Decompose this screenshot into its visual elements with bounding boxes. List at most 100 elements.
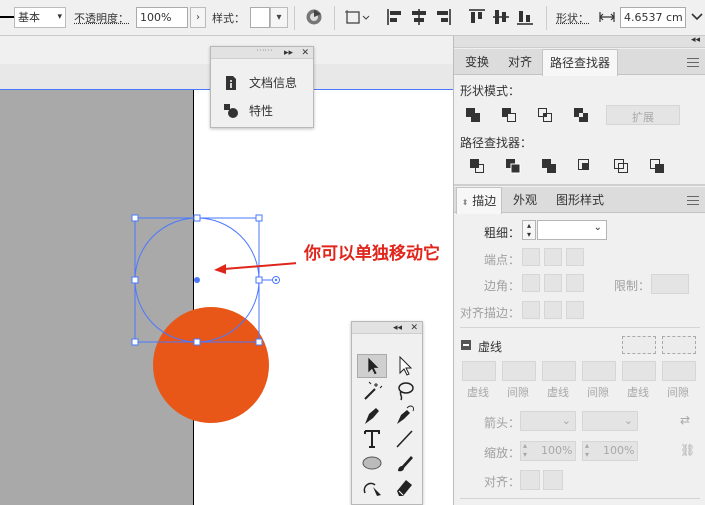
direct-selection-tool-icon[interactable] — [389, 354, 419, 378]
attributes-item[interactable]: 特性 — [211, 98, 315, 124]
tab-stroke-label: 描边 — [472, 194, 497, 208]
stroke-profile-select[interactable]: 基本 ▾ — [14, 7, 66, 28]
expand-button[interactable]: 扩展 — [606, 105, 680, 125]
end-arrowhead-select[interactable]: ⌄ — [582, 411, 638, 431]
tab-pathfinder[interactable]: 路径查找器 — [542, 49, 618, 76]
tab-appearance[interactable]: 外观 — [504, 187, 546, 213]
style-dropdown-button[interactable]: ▾ — [270, 7, 288, 28]
trim-icon[interactable] — [502, 155, 524, 177]
eraser-tool-icon[interactable] — [389, 475, 419, 499]
unite-icon[interactable] — [462, 104, 484, 126]
dash-input-1[interactable] — [462, 361, 496, 381]
tab-graphic-styles[interactable]: 图形样式 — [548, 187, 612, 213]
close-icon[interactable]: ✕ — [410, 322, 418, 334]
bevel-join-button[interactable] — [566, 274, 584, 292]
shaper-tool-icon[interactable] — [357, 475, 387, 499]
crop-icon[interactable] — [574, 155, 596, 177]
close-icon[interactable]: ✕ — [301, 47, 309, 59]
projecting-cap-button[interactable] — [566, 248, 584, 266]
weight-input[interactable]: ⌄ — [537, 220, 607, 240]
minus-front-icon[interactable] — [498, 104, 520, 126]
type-tool-icon[interactable] — [357, 427, 387, 451]
pen-tool-icon[interactable] — [357, 403, 387, 427]
resize-handle[interactable] — [193, 214, 201, 222]
swap-arrowheads-icon[interactable]: ⇄ — [680, 413, 690, 427]
round-join-button[interactable] — [544, 274, 562, 292]
collapse-icon[interactable]: ▸▸ — [284, 47, 293, 59]
dash-input-2[interactable] — [542, 361, 576, 381]
corner-label: 边角： — [484, 279, 521, 293]
align-right-icon[interactable] — [434, 8, 452, 26]
more-options-icon[interactable] — [690, 8, 704, 26]
gap-input-3[interactable] — [662, 361, 696, 381]
magic-wand-tool-icon[interactable] — [357, 379, 387, 403]
shape-label[interactable]: 形状： — [556, 10, 589, 26]
start-arrowhead-select[interactable]: ⌄ — [520, 411, 576, 431]
chevron-down-icon[interactable]: ⌄ — [594, 222, 602, 233]
opacity-input[interactable]: 100% — [136, 7, 188, 28]
intersect-icon[interactable] — [534, 104, 556, 126]
exclude-icon[interactable] — [570, 104, 592, 126]
panel-titlebar[interactable]: ◂◂ ✕ — [352, 322, 422, 334]
arrow-tip-beyond-button[interactable] — [520, 470, 540, 490]
resize-handle[interactable] — [255, 214, 263, 222]
selection-tool-icon[interactable] — [357, 354, 387, 378]
align-stroke-label: 对齐描边： — [460, 306, 521, 320]
align-to-icon[interactable] — [344, 8, 370, 26]
tab-align[interactable]: 对齐 — [500, 49, 540, 75]
align-dash-corners-button[interactable] — [662, 336, 696, 354]
collapse-dock-icon[interactable]: ◂◂ — [691, 35, 700, 45]
align-top-icon[interactable] — [468, 8, 486, 26]
panel-menu-icon[interactable] — [687, 58, 699, 68]
orange-circle[interactable] — [153, 307, 269, 423]
panel-menu-icon[interactable] — [687, 196, 699, 206]
dock-titlebar[interactable]: ◂◂ — [454, 35, 705, 48]
paintbrush-tool-icon[interactable] — [389, 451, 419, 475]
resize-handle[interactable] — [131, 214, 139, 222]
align-stroke-center-button[interactable] — [522, 301, 540, 319]
end-scale-input[interactable]: ▴ ▾ 100% — [582, 441, 638, 461]
resize-handle[interactable] — [131, 338, 139, 346]
merge-icon[interactable] — [538, 155, 560, 177]
resize-handle[interactable] — [193, 338, 201, 346]
arrow-tip-at-end-button[interactable] — [543, 470, 563, 490]
weight-stepper[interactable]: ▴ ▾ — [522, 220, 536, 240]
opacity-arrow-button[interactable]: › — [190, 7, 206, 28]
ellipse-tool-icon[interactable] — [357, 451, 387, 475]
resize-handle[interactable] — [131, 276, 139, 284]
dash-input-3[interactable] — [622, 361, 656, 381]
gap-input-2[interactable] — [582, 361, 616, 381]
preserve-dash-button[interactable] — [622, 336, 656, 354]
opacity-label[interactable]: 不透明度： — [74, 10, 129, 26]
round-cap-button[interactable] — [544, 248, 562, 266]
shape-width-input[interactable]: 4.6537 cm — [620, 7, 686, 28]
dashed-line-checkbox[interactable] — [461, 340, 471, 350]
gap-input-1[interactable] — [502, 361, 536, 381]
start-scale-input[interactable]: ▴ ▾ 100% — [520, 441, 576, 461]
align-vertical-center-icon[interactable] — [492, 8, 510, 26]
divide-icon[interactable] — [466, 155, 488, 177]
tab-stroke[interactable]: ⬍ 描边 — [456, 187, 502, 214]
recolor-artwork-icon[interactable] — [305, 8, 323, 26]
align-left-icon[interactable] — [386, 8, 404, 26]
style-swatch[interactable] — [250, 7, 270, 28]
tab-transform[interactable]: 变换 — [456, 49, 498, 75]
align-horizontal-center-icon[interactable] — [410, 8, 428, 26]
align-bottom-icon[interactable] — [516, 8, 534, 26]
panel-titlebar[interactable]: ⋯⋯ ▸▸ ✕ — [211, 45, 313, 59]
miter-join-button[interactable] — [522, 274, 540, 292]
outline-icon[interactable] — [610, 155, 632, 177]
doc-info-item[interactable]: 文档信息 — [211, 70, 315, 96]
minus-back-icon[interactable] — [646, 155, 668, 177]
lasso-tool-icon[interactable] — [389, 379, 419, 403]
collapse-icon[interactable]: ◂◂ — [393, 322, 402, 334]
limit-input[interactable] — [651, 274, 689, 294]
grip-icon[interactable]: ⋯⋯ — [256, 45, 273, 57]
line-segment-tool-icon[interactable] — [389, 427, 419, 451]
curvature-tool-icon[interactable] — [389, 403, 419, 427]
butt-cap-button[interactable] — [522, 248, 540, 266]
align-stroke-outside-button[interactable] — [566, 301, 584, 319]
align-stroke-inside-button[interactable] — [544, 301, 562, 319]
link-scale-icon[interactable]: ⛓ — [680, 443, 695, 457]
resize-handle[interactable] — [255, 338, 263, 346]
